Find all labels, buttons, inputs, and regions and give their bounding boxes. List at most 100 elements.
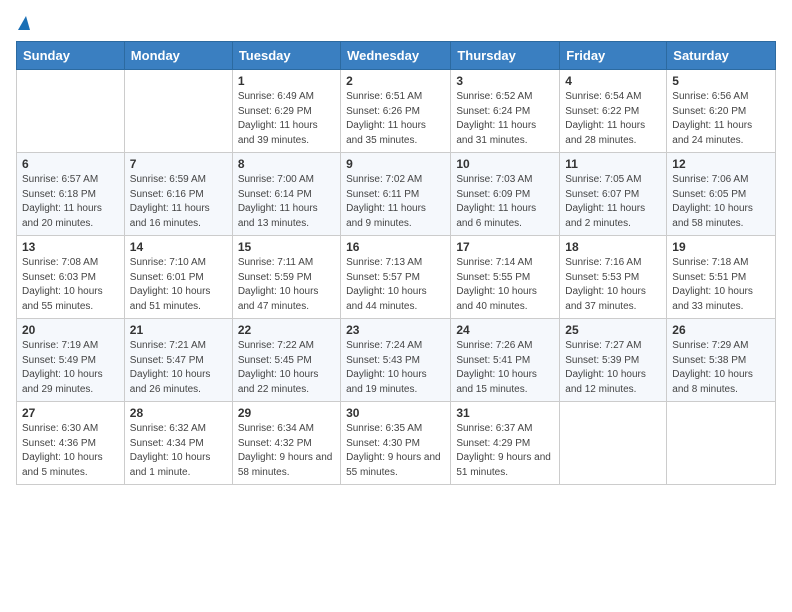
week-row-2: 13Sunrise: 7:08 AMSunset: 6:03 PMDayligh… <box>17 236 776 319</box>
day-info: Sunrise: 6:32 AMSunset: 4:34 PMDaylight:… <box>130 422 227 480</box>
day-number: 4 <box>565 74 661 88</box>
day-cell: 21 Sunrise: 7:21 AMSunset: 5:47 PMDayligh… <box>124 319 232 402</box>
day-cell: 26Sunrise: 7:29 AMSunset: 5:38 PMDayligh… <box>667 319 776 402</box>
day-cell <box>560 402 667 485</box>
day-info: Sunrise: 6:49 AMSunset: 6:29 PMDaylight:… <box>238 90 335 148</box>
day-info: Sunrise: 7:14 AMSunset: 5:55 PMDaylight:… <box>456 256 554 314</box>
day-number: 30 <box>346 406 445 420</box>
day-number: 27 <box>22 406 119 420</box>
day-info: Sunrise: 7:16 AMSunset: 5:53 PMDaylight:… <box>565 256 661 314</box>
day-info: Sunrise: 7:11 AMSunset: 5:59 PMDaylight:… <box>238 256 335 314</box>
day-cell: 25 Sunrise: 7:27 AMSunset: 5:39 PMDayligh… <box>560 319 667 402</box>
calendar-table: SundayMondayTuesdayWednesdayThursdayFrid… <box>16 41 776 485</box>
week-row-0: 1 Sunrise: 6:49 AMSunset: 6:29 PMDaylight… <box>17 70 776 153</box>
day-number: 18 <box>565 240 661 254</box>
calendar-body: 1 Sunrise: 6:49 AMSunset: 6:29 PMDaylight… <box>17 70 776 485</box>
day-info: Sunrise: 6:57 AMSunset: 6:18 PMDaylight:… <box>22 173 119 231</box>
day-info: Sunrise: 7:26 AMSunset: 5:41 PMDaylight:… <box>456 339 554 397</box>
day-cell: 8 Sunrise: 7:00 AMSunset: 6:14 PMDaylight… <box>232 153 340 236</box>
day-info: Sunrise: 7:10 AMSunset: 6:01 PMDaylight:… <box>130 256 227 314</box>
header-cell-friday: Friday <box>560 42 667 70</box>
day-number: 5 <box>672 74 770 88</box>
day-info: Sunrise: 6:30 AMSunset: 4:36 PMDaylight:… <box>22 422 119 480</box>
page-header <box>16 16 776 29</box>
day-cell: 17 Sunrise: 7:14 AMSunset: 5:55 PMDayligh… <box>451 236 560 319</box>
day-number: 25 <box>565 323 661 337</box>
day-cell: 16 Sunrise: 7:13 AMSunset: 5:57 PMDayligh… <box>341 236 451 319</box>
day-info: Sunrise: 7:06 AMSunset: 6:05 PMDaylight:… <box>672 173 770 231</box>
day-info: Sunrise: 6:52 AMSunset: 6:24 PMDaylight:… <box>456 90 554 148</box>
day-cell: 22Sunrise: 7:22 AMSunset: 5:45 PMDayligh… <box>232 319 340 402</box>
header-cell-wednesday: Wednesday <box>341 42 451 70</box>
day-cell: 19 Sunrise: 7:18 AMSunset: 5:51 PMDayligh… <box>667 236 776 319</box>
day-cell: 15 Sunrise: 7:11 AMSunset: 5:59 PMDayligh… <box>232 236 340 319</box>
day-number: 2 <box>346 74 445 88</box>
day-info: Sunrise: 7:13 AMSunset: 5:57 PMDaylight:… <box>346 256 445 314</box>
week-row-4: 27 Sunrise: 6:30 AMSunset: 4:36 PMDayligh… <box>17 402 776 485</box>
day-cell: 30 Sunrise: 6:35 AMSunset: 4:30 PMDayligh… <box>341 402 451 485</box>
day-number: 11 <box>565 157 661 171</box>
day-info: Sunrise: 6:37 AMSunset: 4:29 PMDaylight:… <box>456 422 554 480</box>
day-info: Sunrise: 7:19 AMSunset: 5:49 PMDaylight:… <box>22 339 119 397</box>
day-info: Sunrise: 7:03 AMSunset: 6:09 PMDaylight:… <box>456 173 554 231</box>
day-number: 10 <box>456 157 554 171</box>
day-cell: 5 Sunrise: 6:56 AMSunset: 6:20 PMDaylight… <box>667 70 776 153</box>
day-number: 16 <box>346 240 445 254</box>
day-cell <box>17 70 125 153</box>
day-info: Sunrise: 7:24 AMSunset: 5:43 PMDaylight:… <box>346 339 445 397</box>
day-cell: 31 Sunrise: 6:37 AMSunset: 4:29 PMDayligh… <box>451 402 560 485</box>
day-cell: 10 Sunrise: 7:03 AMSunset: 6:09 PMDayligh… <box>451 153 560 236</box>
day-cell: 14 Sunrise: 7:10 AMSunset: 6:01 PMDayligh… <box>124 236 232 319</box>
day-cell <box>124 70 232 153</box>
day-cell: 29Sunrise: 6:34 AMSunset: 4:32 PMDayligh… <box>232 402 340 485</box>
day-cell: 7 Sunrise: 6:59 AMSunset: 6:16 PMDaylight… <box>124 153 232 236</box>
day-number: 22 <box>238 323 335 337</box>
day-info: Sunrise: 6:51 AMSunset: 6:26 PMDaylight:… <box>346 90 445 148</box>
day-cell: 9Sunrise: 7:02 AMSunset: 6:11 PMDaylight… <box>341 153 451 236</box>
day-number: 26 <box>672 323 770 337</box>
day-number: 17 <box>456 240 554 254</box>
day-number: 28 <box>130 406 227 420</box>
header-cell-sunday: Sunday <box>17 42 125 70</box>
day-number: 13 <box>22 240 119 254</box>
day-number: 14 <box>130 240 227 254</box>
day-info: Sunrise: 7:05 AMSunset: 6:07 PMDaylight:… <box>565 173 661 231</box>
calendar-header: SundayMondayTuesdayWednesdayThursdayFrid… <box>17 42 776 70</box>
day-number: 19 <box>672 240 770 254</box>
week-row-1: 6 Sunrise: 6:57 AMSunset: 6:18 PMDaylight… <box>17 153 776 236</box>
day-info: Sunrise: 7:02 AMSunset: 6:11 PMDaylight:… <box>346 173 445 231</box>
week-row-3: 20Sunrise: 7:19 AMSunset: 5:49 PMDayligh… <box>17 319 776 402</box>
day-number: 23 <box>346 323 445 337</box>
day-cell: 23 Sunrise: 7:24 AMSunset: 5:43 PMDayligh… <box>341 319 451 402</box>
day-cell: 12 Sunrise: 7:06 AMSunset: 6:05 PMDayligh… <box>667 153 776 236</box>
day-info: Sunrise: 7:21 AMSunset: 5:47 PMDaylight:… <box>130 339 227 397</box>
day-info: Sunrise: 7:18 AMSunset: 5:51 PMDaylight:… <box>672 256 770 314</box>
day-cell: 20Sunrise: 7:19 AMSunset: 5:49 PMDayligh… <box>17 319 125 402</box>
day-number: 7 <box>130 157 227 171</box>
header-row: SundayMondayTuesdayWednesdayThursdayFrid… <box>17 42 776 70</box>
day-number: 1 <box>238 74 335 88</box>
day-cell: 11 Sunrise: 7:05 AMSunset: 6:07 PMDayligh… <box>560 153 667 236</box>
day-cell: 4 Sunrise: 6:54 AMSunset: 6:22 PMDaylight… <box>560 70 667 153</box>
day-number: 15 <box>238 240 335 254</box>
header-cell-tuesday: Tuesday <box>232 42 340 70</box>
logo-triangle-icon <box>18 16 30 30</box>
day-cell: 27 Sunrise: 6:30 AMSunset: 4:36 PMDayligh… <box>17 402 125 485</box>
day-info: Sunrise: 7:00 AMSunset: 6:14 PMDaylight:… <box>238 173 335 231</box>
day-info: Sunrise: 6:35 AMSunset: 4:30 PMDaylight:… <box>346 422 445 480</box>
day-number: 6 <box>22 157 119 171</box>
day-info: Sunrise: 6:56 AMSunset: 6:20 PMDaylight:… <box>672 90 770 148</box>
day-number: 3 <box>456 74 554 88</box>
day-number: 31 <box>456 406 554 420</box>
day-info: Sunrise: 6:34 AMSunset: 4:32 PMDaylight:… <box>238 422 335 480</box>
day-number: 21 <box>130 323 227 337</box>
day-info: Sunrise: 6:54 AMSunset: 6:22 PMDaylight:… <box>565 90 661 148</box>
day-number: 8 <box>238 157 335 171</box>
day-cell: 2 Sunrise: 6:51 AMSunset: 6:26 PMDaylight… <box>341 70 451 153</box>
day-number: 12 <box>672 157 770 171</box>
day-info: Sunrise: 6:59 AMSunset: 6:16 PMDaylight:… <box>130 173 227 231</box>
day-info: Sunrise: 7:27 AMSunset: 5:39 PMDaylight:… <box>565 339 661 397</box>
day-cell <box>667 402 776 485</box>
day-cell: 6 Sunrise: 6:57 AMSunset: 6:18 PMDaylight… <box>17 153 125 236</box>
logo <box>16 16 30 29</box>
